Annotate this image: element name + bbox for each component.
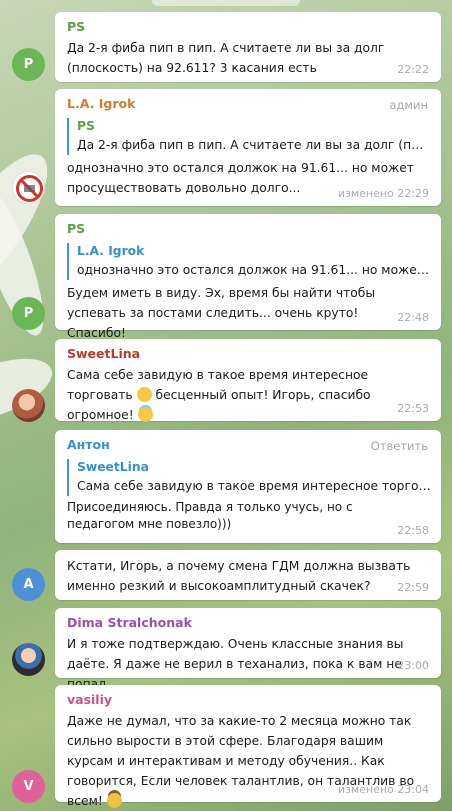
no-money-sign-icon[interactable] — [12, 171, 45, 204]
sender-name[interactable]: SweetLina — [67, 345, 431, 362]
avatar-letter: A — [23, 577, 34, 592]
message-text: Кстати, Игорь, а почему смена ГДМ должна… — [67, 559, 411, 593]
quote-text: Сама себе завидую в такое время интересн… — [77, 479, 431, 493]
user-photo-icon[interactable] — [12, 389, 45, 422]
message-bubble[interactable]: Кстати, Игорь, а почему смена ГДМ должна… — [55, 550, 441, 600]
message-time: 23:00 — [397, 659, 429, 672]
avatar[interactable]: P — [12, 297, 45, 330]
avatar-letter: P — [23, 306, 34, 321]
message-time: изменено 22:29 — [337, 187, 429, 200]
reply-button[interactable]: Ответить — [371, 439, 428, 453]
sender-name[interactable]: vasiliy — [67, 691, 431, 708]
user-photo-icon[interactable] — [12, 643, 45, 676]
quote-name: PS — [77, 119, 95, 133]
quote-name: L.A. Igrok — [77, 244, 145, 258]
message-time: 22:59 — [397, 581, 429, 594]
cowboy-emoji-icon — [106, 793, 122, 808]
message-text: Да 2-я фиба пип в пип. А считаете ли вы … — [67, 41, 385, 75]
message-time: 22:48 — [397, 311, 429, 324]
date-pill — [152, 0, 300, 6]
avatar[interactable]: P — [12, 48, 45, 81]
message-text: Даже не думал, что за какие-то 2 месяца … — [67, 711, 431, 811]
message-time: изменено 23:04 — [337, 783, 429, 796]
message-time: 22:22 — [397, 63, 429, 76]
message-time: 22:53 — [397, 402, 429, 415]
sender-name[interactable]: PS — [67, 220, 431, 237]
message-bubble[interactable]: vasiliy Даже не думал, что за какие-то 2… — [55, 685, 441, 808]
message-text: Сама себе завидую в такое время интересн… — [67, 365, 431, 425]
message-text: Присоединяюсь. Правда я только учусь, но… — [67, 500, 353, 531]
smile-emoji-icon — [136, 387, 152, 402]
sender-name[interactable]: Dima Stralchonak — [67, 614, 431, 631]
avatar[interactable]: V — [12, 770, 45, 803]
quote-text: Да 2-я фиба пип в пип. А считаете ли вы … — [77, 138, 431, 152]
admin-tag: админ — [389, 98, 428, 112]
reply-quote[interactable]: PS Да 2-я фиба пип в пип. А считаете ли … — [67, 118, 431, 155]
avatar[interactable]: A — [12, 568, 45, 601]
sender-name[interactable]: L.A. Igrok — [67, 95, 431, 112]
message-text: Будем иметь в виду. Эх, время бы найти ч… — [67, 286, 376, 340]
halo-emoji-icon — [137, 407, 153, 422]
quote-name: SweetLina — [77, 460, 149, 474]
message-bubble[interactable]: SweetLina Сама себе завидую в такое врем… — [55, 339, 441, 422]
message-bubble[interactable]: PS Да 2-я фиба пип в пип. А считаете ли … — [55, 12, 441, 82]
sender-name[interactable]: PS — [67, 18, 431, 35]
message-bubble[interactable]: PS L.A. Igrok однозначно это остался дол… — [55, 214, 441, 340]
reply-quote[interactable]: SweetLina Сама себе завидую в такое врем… — [67, 459, 431, 496]
message-bubble[interactable]: Антон Ответить SweetLina Сама себе завид… — [55, 430, 441, 543]
message-bubble[interactable]: Dima Stralchonak И я тоже подтверждаю. О… — [55, 608, 441, 691]
avatar-letter: V — [23, 779, 34, 794]
avatar-letter: P — [23, 57, 34, 72]
reply-quote[interactable]: L.A. Igrok однозначно это остался должок… — [67, 243, 431, 280]
quote-text: однозначно это остался должок на 91.61..… — [77, 263, 431, 277]
message-time: 22:58 — [397, 524, 429, 537]
message-bubble[interactable]: L.A. Igrok админ PS Да 2-я фиба пип в пи… — [55, 89, 441, 206]
